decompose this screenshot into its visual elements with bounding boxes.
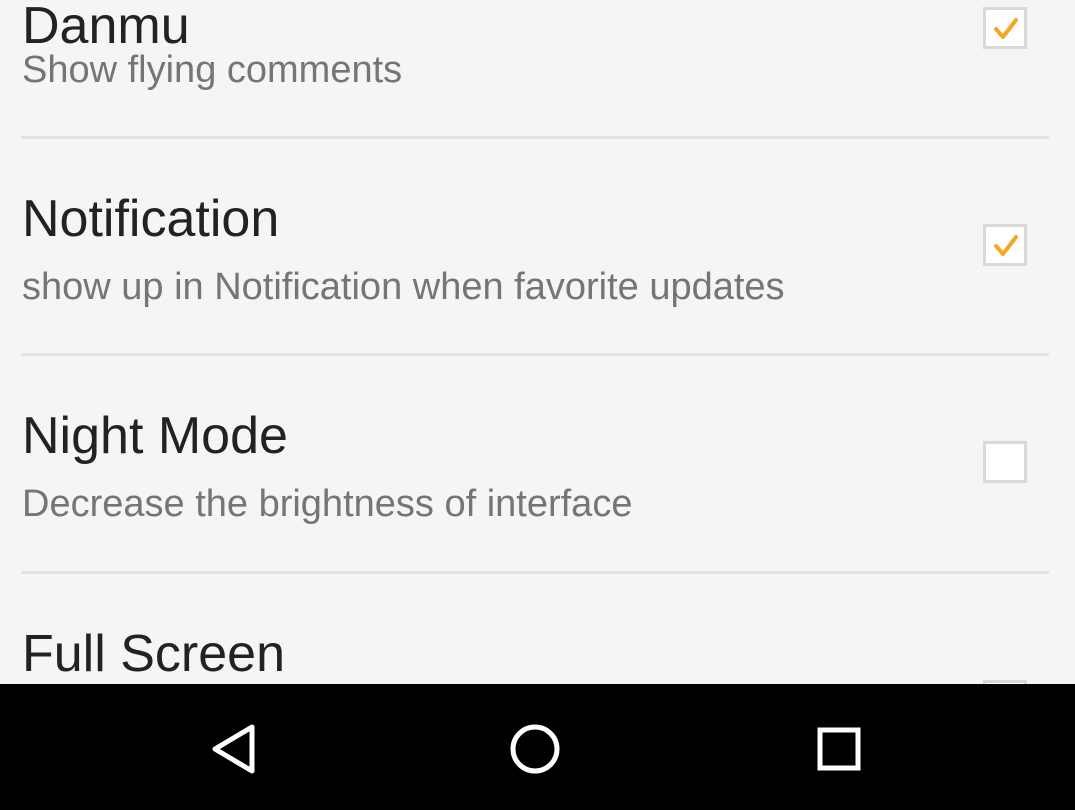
setting-item-full-screen[interactable]: Full Screen xyxy=(0,576,1075,684)
checkmark-icon xyxy=(994,18,1018,39)
setting-summary: show up in Notification when favorite up… xyxy=(22,266,785,308)
home-icon xyxy=(510,724,560,774)
setting-item-night-mode[interactable]: Night Mode Decrease the brightness of in… xyxy=(0,358,1075,575)
setting-summary: Decrease the brightness of interface xyxy=(22,483,633,525)
setting-title: Full Screen xyxy=(22,625,285,683)
home-button[interactable] xyxy=(495,709,575,789)
divider xyxy=(21,353,1049,356)
night-mode-checkbox[interactable] xyxy=(983,441,1027,483)
back-button[interactable] xyxy=(194,709,274,789)
settings-list: Danmu Show flying comments Notification … xyxy=(0,0,1075,684)
setting-title: Danmu xyxy=(22,0,190,55)
divider xyxy=(21,571,1049,574)
back-icon xyxy=(212,724,255,774)
setting-summary: Show flying comments xyxy=(22,49,403,91)
checkmark-icon xyxy=(994,235,1018,256)
navigation-bar xyxy=(0,684,1075,810)
notification-checkbox[interactable] xyxy=(983,224,1027,266)
recents-button[interactable] xyxy=(799,709,879,789)
divider xyxy=(21,136,1049,139)
setting-item-notification[interactable]: Notification show up in Notification whe… xyxy=(0,141,1075,358)
setting-item-danmu[interactable]: Danmu Show flying comments xyxy=(0,0,1075,141)
setting-title: Night Mode xyxy=(22,407,288,465)
setting-title: Notification xyxy=(22,190,280,248)
recents-icon xyxy=(817,727,861,771)
danmu-checkbox[interactable] xyxy=(983,7,1027,49)
